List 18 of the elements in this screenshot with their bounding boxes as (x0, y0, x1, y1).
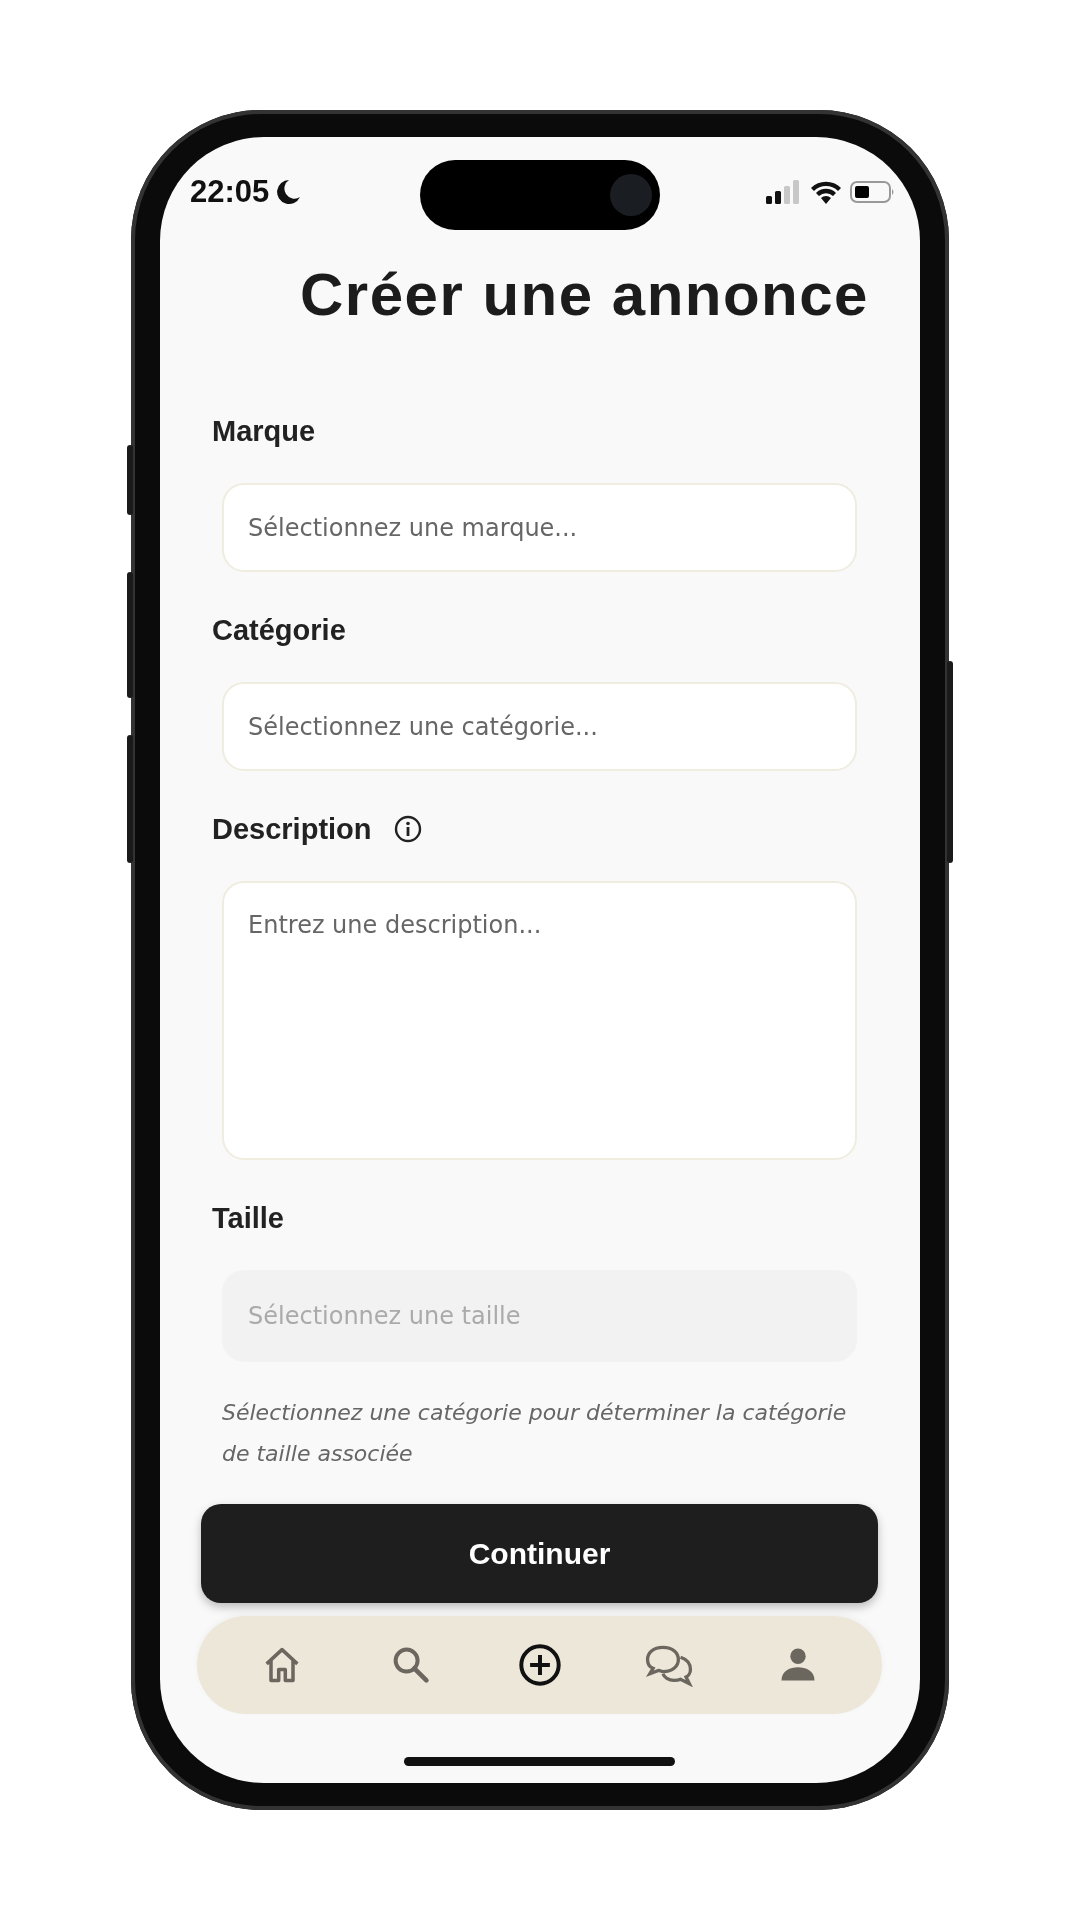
wifi-icon (810, 180, 842, 204)
field-label: Description (212, 812, 372, 846)
signal-icon (766, 180, 802, 204)
status-time: 22:05 (190, 174, 270, 210)
select-field[interactable]: Sélectionnez une marque... (222, 483, 857, 572)
moon-icon (277, 179, 302, 205)
field-label: Marque (212, 414, 316, 448)
field-label: Catégorie (212, 613, 346, 647)
select-field[interactable]: Sélectionnez une catégorie... (222, 682, 857, 771)
nav-tab[interactable] (517, 1643, 562, 1687)
continue-button[interactable]: Continuer (201, 1504, 878, 1603)
description-field[interactable]: Entrez une description... (222, 881, 857, 1160)
plus-circle-icon (517, 1643, 562, 1687)
field-label: Taille (212, 1201, 284, 1235)
helper-text: Sélectionnez une catégorie pour déterminer la catégorie de taille associée (222, 1399, 848, 1468)
battery-icon (850, 180, 896, 204)
info-icon[interactable] (393, 815, 422, 843)
page-title: Créer une annonce (300, 260, 870, 330)
